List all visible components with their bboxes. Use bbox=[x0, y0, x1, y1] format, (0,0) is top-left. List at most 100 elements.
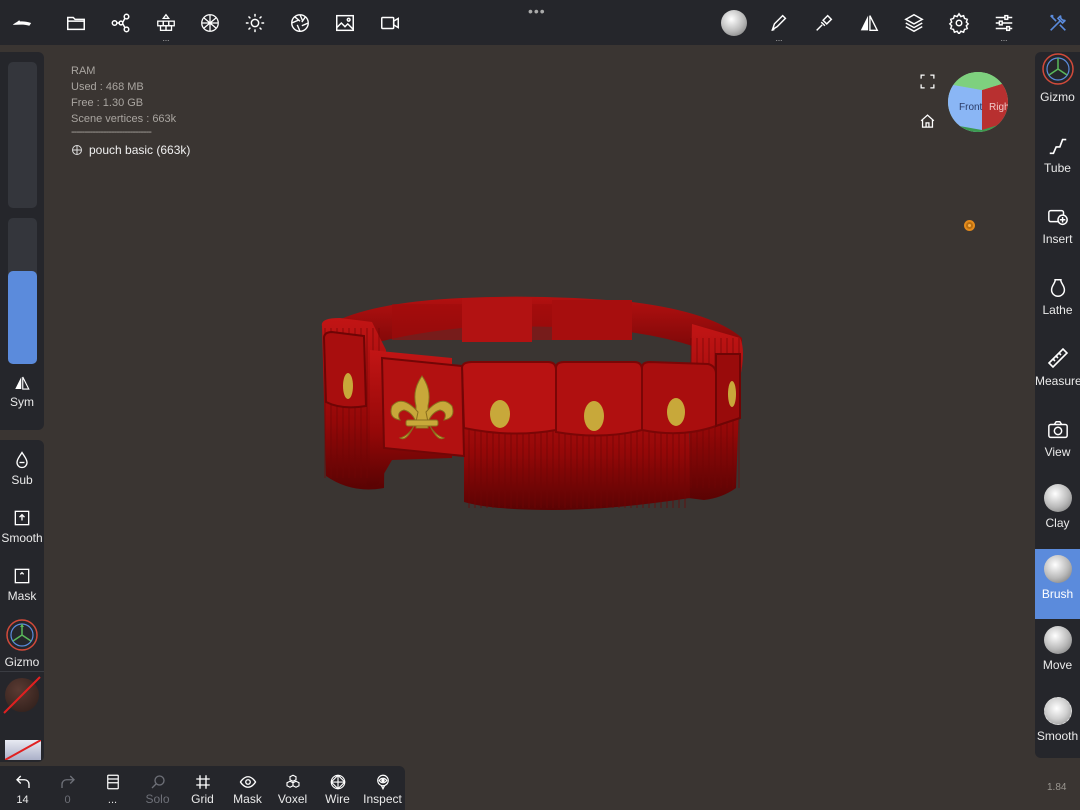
inspect-label: Inspect bbox=[363, 792, 402, 806]
insert-icon bbox=[1047, 209, 1068, 226]
smooth-sphere-icon bbox=[1043, 697, 1072, 725]
mask-toggle[interactable]: Mask bbox=[0, 566, 44, 603]
nomad-logo-icon[interactable] bbox=[2, 0, 42, 45]
mesh-item[interactable]: pouch basic (663k) bbox=[71, 143, 190, 157]
tool-measure[interactable]: Measure bbox=[1035, 336, 1080, 406]
scene-graph-icon[interactable] bbox=[101, 0, 141, 45]
tools-icon[interactable] bbox=[1038, 0, 1078, 45]
tool-tube[interactable]: Tube bbox=[1035, 123, 1080, 193]
solo-button[interactable]: Solo bbox=[135, 766, 180, 810]
no-color-slash-icon bbox=[3, 676, 41, 714]
tool-label: Clay bbox=[1045, 516, 1070, 530]
smooth-toggle[interactable]: Smooth bbox=[0, 508, 44, 545]
tool-insert[interactable]: Insert bbox=[1035, 194, 1080, 264]
gizmo-toggle[interactable]: Gizmo bbox=[0, 618, 44, 669]
layers-icon[interactable] bbox=[894, 0, 934, 45]
fullscreen-icon[interactable] bbox=[919, 73, 936, 95]
sub-toggle[interactable]: Sub bbox=[0, 450, 44, 487]
version-label: 1.84 bbox=[1047, 782, 1067, 793]
inspect-button[interactable]: Inspect bbox=[360, 766, 405, 810]
topology-icon[interactable]: ... bbox=[984, 0, 1024, 45]
top-toolbar: ... ••• ... ... bbox=[0, 0, 1080, 45]
paint-swatch[interactable] bbox=[4, 739, 42, 761]
voxel-label: Voxel bbox=[277, 792, 308, 806]
drop-icon bbox=[16, 451, 28, 469]
material-sphere-icon[interactable] bbox=[190, 0, 230, 45]
ram-free: Free : 1.30 GB bbox=[71, 97, 144, 109]
mask-view-label: Mask bbox=[233, 792, 262, 806]
settings-icon[interactable] bbox=[939, 0, 979, 45]
grid-label: Grid bbox=[191, 792, 214, 806]
postprocess-icon[interactable] bbox=[280, 0, 320, 45]
primitives-icon[interactable]: ... bbox=[146, 0, 186, 45]
material-color-swatch[interactable] bbox=[3, 676, 41, 714]
sub-label: Sub bbox=[11, 473, 33, 487]
belt-model[interactable] bbox=[312, 288, 752, 518]
tool-label: View bbox=[1044, 445, 1071, 459]
view-cube[interactable]: Front Right bbox=[948, 72, 1013, 132]
voxel-button[interactable]: Voxel bbox=[270, 766, 315, 810]
tool-clay[interactable]: Clay bbox=[1035, 478, 1080, 548]
undo-button[interactable]: 14 bbox=[0, 766, 45, 810]
video-icon[interactable] bbox=[370, 0, 410, 45]
undo-icon bbox=[15, 775, 30, 788]
radius-slider[interactable] bbox=[8, 62, 37, 208]
grid-icon bbox=[195, 775, 210, 789]
wireframe-icon bbox=[329, 774, 346, 790]
move-sphere-icon bbox=[1043, 626, 1072, 654]
tool-label: Gizmo bbox=[1040, 90, 1075, 104]
mesh-name: pouch basic (663k) bbox=[89, 143, 191, 157]
tool-brush[interactable]: Brush bbox=[1035, 549, 1080, 619]
tool-label: Insert bbox=[1042, 232, 1073, 246]
solo-label: Solo bbox=[145, 792, 170, 806]
smooth-label: Smooth bbox=[1, 531, 43, 545]
pivot-point-icon[interactable] bbox=[964, 220, 975, 231]
mask-label: Mask bbox=[7, 589, 37, 603]
tool-label: Tube bbox=[1044, 161, 1071, 175]
document-icon bbox=[106, 774, 119, 790]
folder-icon[interactable] bbox=[56, 0, 96, 45]
info-separator: ------------------------------ bbox=[71, 126, 152, 138]
tool-label: Measure bbox=[1035, 374, 1080, 388]
clay-sphere-icon bbox=[1043, 484, 1072, 512]
intensity-slider-fill bbox=[8, 271, 37, 364]
home-icon[interactable] bbox=[919, 113, 936, 135]
redo-button[interactable]: 0 bbox=[45, 766, 90, 810]
left-sliders-panel: Sym bbox=[0, 52, 44, 430]
tool-lathe[interactable]: Lathe bbox=[1035, 265, 1080, 335]
sym-toggle[interactable]: Sym bbox=[0, 374, 44, 409]
more-dots: ... bbox=[162, 34, 170, 43]
drag-handle-icon[interactable]: ••• bbox=[528, 3, 546, 19]
mask-view-button[interactable]: Mask bbox=[225, 766, 270, 810]
tool-label: Brush bbox=[1041, 587, 1074, 601]
view-cube-right: Right bbox=[989, 102, 1008, 113]
tool-view[interactable]: View bbox=[1035, 407, 1080, 477]
wire-button[interactable]: Wire bbox=[315, 766, 360, 810]
lighting-icon[interactable] bbox=[235, 0, 275, 45]
camera-icon bbox=[1047, 421, 1068, 439]
view-cube-front: Front bbox=[959, 102, 983, 113]
search-icon bbox=[151, 775, 165, 789]
tool-label: Smooth bbox=[1036, 729, 1079, 743]
symmetry-icon[interactable] bbox=[849, 0, 889, 45]
scene-menu-button[interactable]: ... bbox=[90, 766, 135, 810]
paint-icon[interactable]: ... bbox=[759, 0, 799, 45]
intensity-slider[interactable] bbox=[8, 218, 37, 364]
grid-button[interactable]: Grid bbox=[180, 766, 225, 810]
ram-label: RAM bbox=[71, 65, 96, 77]
background-image-icon[interactable] bbox=[325, 0, 365, 45]
more-dots: ... bbox=[107, 794, 118, 806]
tool-smooth[interactable]: Smooth bbox=[1035, 691, 1080, 761]
mask-toggle-icon bbox=[14, 568, 30, 584]
tool-move[interactable]: Move bbox=[1035, 620, 1080, 690]
divider bbox=[0, 671, 44, 672]
gizmo-icon bbox=[6, 619, 38, 651]
scene-vertices: Scene vertices : 663k bbox=[71, 113, 177, 125]
ruler-icon bbox=[1047, 347, 1068, 369]
tool-gizmo[interactable]: Gizmo bbox=[1035, 52, 1080, 122]
redo-icon bbox=[60, 775, 75, 788]
stroke-icon[interactable] bbox=[804, 0, 844, 45]
matcap-icon[interactable] bbox=[714, 0, 754, 45]
lathe-icon bbox=[1050, 279, 1065, 297]
gizmo-icon bbox=[1041, 53, 1074, 85]
